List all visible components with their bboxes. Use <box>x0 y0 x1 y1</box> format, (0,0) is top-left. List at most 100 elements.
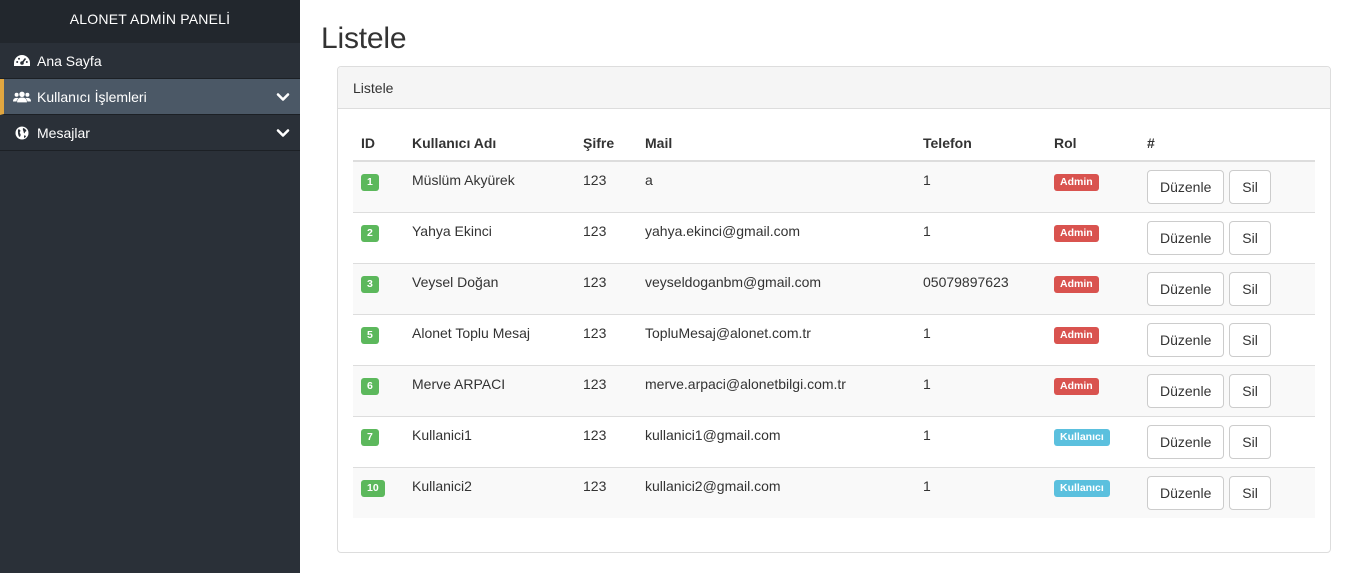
delete-button[interactable]: Sil <box>1229 475 1271 510</box>
edit-button[interactable]: Düzenle <box>1147 220 1225 255</box>
cell-mail: kullanici2@gmail.com <box>637 466 915 518</box>
table-row: 3 Veysel Doğan 123 veyseldoganbm@gmail.c… <box>353 262 1315 314</box>
cell-mail: yahya.ekinci@gmail.com <box>637 211 915 263</box>
cell-username: Merve ARPACI <box>404 364 575 416</box>
delete-button[interactable]: Sil <box>1229 220 1271 255</box>
id-badge: 5 <box>361 326 379 344</box>
cell-role: Admin <box>1046 364 1139 416</box>
cell-phone: 1 <box>915 211 1046 263</box>
cell-actions: Düzenle Sil <box>1139 466 1315 518</box>
cell-phone: 1 <box>915 415 1046 467</box>
cell-password: 123 <box>575 262 637 314</box>
sidebar-item-mesajlar[interactable]: Mesajlar <box>0 115 300 151</box>
id-badge: 10 <box>361 479 385 497</box>
id-badge: 1 <box>361 174 379 191</box>
list-panel: Listele ID Kullanıcı Adı Şifre Mail Tele… <box>337 66 1331 553</box>
column-header-role: Rol <box>1046 125 1139 162</box>
chevron-down-icon[interactable] <box>276 90 290 104</box>
cell-role: Admin <box>1046 160 1139 212</box>
cell-role: Admin <box>1046 211 1139 263</box>
column-header-id: ID <box>353 125 404 162</box>
sidebar-item-label: Kullanıcı İşlemleri <box>37 88 147 105</box>
delete-button[interactable]: Sil <box>1229 271 1271 306</box>
id-badge: 2 <box>361 224 379 242</box>
user-table-wrapper: ID Kullanıcı Adı Şifre Mail Telefon Rol … <box>353 125 1315 518</box>
cell-password: 123 <box>575 415 637 467</box>
cell-role: Admin <box>1046 262 1139 314</box>
cell-password: 123 <box>575 466 637 518</box>
table-header-row: ID Kullanıcı Adı Şifre Mail Telefon Rol … <box>353 125 1315 162</box>
cell-id: 10 <box>353 466 404 518</box>
sidebar: ALONET ADMİN PANELİ Ana Sayfa Kullanıcı … <box>0 0 300 573</box>
cell-phone: 1 <box>915 364 1046 416</box>
column-header-password: Şifre <box>575 125 637 162</box>
id-badge: 7 <box>361 428 379 446</box>
sidebar-item-label: Ana Sayfa <box>37 52 102 69</box>
role-badge: Admin <box>1054 174 1099 191</box>
cell-username: Yahya Ekinci <box>404 211 575 263</box>
edit-button[interactable]: Düzenle <box>1147 475 1225 510</box>
edit-button[interactable]: Düzenle <box>1147 424 1225 459</box>
page-title: Listele <box>321 22 407 55</box>
cell-role: Kullanıcı <box>1046 466 1139 518</box>
role-badge: Admin <box>1054 377 1099 395</box>
cell-id: 5 <box>353 313 404 365</box>
cell-password: 123 <box>575 160 637 212</box>
edit-button[interactable]: Düzenle <box>1147 271 1225 306</box>
cell-actions: Düzenle Sil <box>1139 160 1315 212</box>
id-badge: 6 <box>361 377 379 395</box>
cell-actions: Düzenle Sil <box>1139 262 1315 314</box>
table-row: 5 Alonet Toplu Mesaj 123 TopluMesaj@alon… <box>353 313 1315 365</box>
cell-id: 6 <box>353 364 404 416</box>
delete-button[interactable]: Sil <box>1229 170 1271 204</box>
edit-button[interactable]: Düzenle <box>1147 170 1225 204</box>
table-row: 10 Kullanici2 123 kullanici2@gmail.com 1… <box>353 466 1315 518</box>
role-badge: Admin <box>1054 224 1099 242</box>
cell-actions: Düzenle Sil <box>1139 415 1315 467</box>
cell-actions: Düzenle Sil <box>1139 364 1315 416</box>
column-header-actions: # <box>1139 125 1315 162</box>
delete-button[interactable]: Sil <box>1229 322 1271 357</box>
role-badge: Admin <box>1054 326 1099 344</box>
cell-username: Veysel Doğan <box>404 262 575 314</box>
main-content: Listele Listele ID Kullanıcı Adı Şifre M… <box>300 0 1347 573</box>
table-row: 1 Müslüm Akyürek 123 a 1 Admin Düzenle S… <box>353 160 1315 212</box>
user-table: ID Kullanıcı Adı Şifre Mail Telefon Rol … <box>353 125 1315 518</box>
table-row: 6 Merve ARPACI 123 merve.arpaci@alonetbi… <box>353 364 1315 416</box>
brand-title[interactable]: ALONET ADMİN PANELİ <box>0 0 300 43</box>
cell-username: Kullanici1 <box>404 415 575 467</box>
cell-phone: 1 <box>915 160 1046 212</box>
column-header-username: Kullanıcı Adı <box>404 125 575 162</box>
id-badge: 3 <box>361 275 379 293</box>
sidebar-item-kullanici-islemleri[interactable]: Kullanıcı İşlemleri <box>0 79 300 115</box>
panel-heading: Listele <box>338 67 1330 109</box>
chevron-down-icon[interactable] <box>276 126 290 140</box>
edit-button[interactable]: Düzenle <box>1147 373 1225 408</box>
column-header-phone: Telefon <box>915 125 1046 162</box>
cell-mail: veyseldoganbm@gmail.com <box>637 262 915 314</box>
sidebar-item-ana-sayfa[interactable]: Ana Sayfa <box>0 43 300 79</box>
cell-mail: kullanici1@gmail.com <box>637 415 915 467</box>
dashboard-icon <box>13 53 31 69</box>
cell-username: Müslüm Akyürek <box>404 160 575 212</box>
delete-button[interactable]: Sil <box>1229 373 1271 408</box>
cell-phone: 1 <box>915 466 1046 518</box>
cell-id: 2 <box>353 211 404 263</box>
role-badge: Admin <box>1054 275 1099 293</box>
edit-button[interactable]: Düzenle <box>1147 322 1225 357</box>
cell-password: 123 <box>575 211 637 263</box>
delete-button[interactable]: Sil <box>1229 424 1271 459</box>
cell-password: 123 <box>575 364 637 416</box>
table-row: 2 Yahya Ekinci 123 yahya.ekinci@gmail.co… <box>353 211 1315 263</box>
cell-username: Alonet Toplu Mesaj <box>404 313 575 365</box>
cell-mail: merve.arpaci@alonetbilgi.com.tr <box>637 364 915 416</box>
cell-id: 3 <box>353 262 404 314</box>
column-header-mail: Mail <box>637 125 915 162</box>
role-badge: Kullanıcı <box>1054 428 1110 446</box>
users-icon <box>13 89 31 105</box>
role-badge: Kullanıcı <box>1054 479 1110 497</box>
cell-password: 123 <box>575 313 637 365</box>
globe-icon <box>13 125 31 141</box>
table-row: 7 Kullanici1 123 kullanici1@gmail.com 1 … <box>353 415 1315 467</box>
cell-phone: 1 <box>915 313 1046 365</box>
